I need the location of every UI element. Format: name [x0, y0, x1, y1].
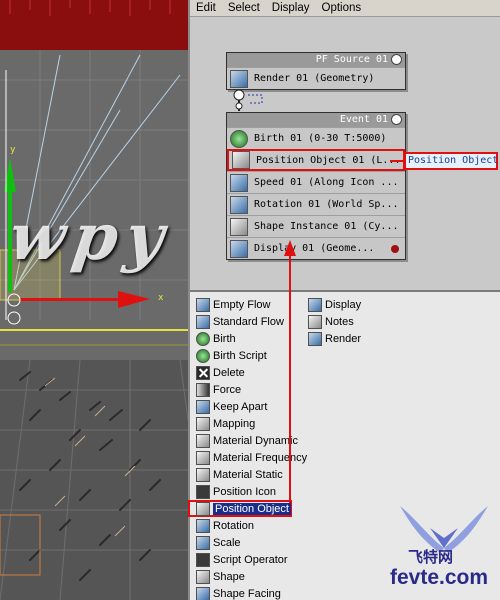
- watermark-logo-url: fevte.com: [390, 566, 489, 589]
- watermark-text: wpy: [4, 200, 177, 275]
- watermark-logo: 飞特网 fevte.com: [390, 498, 498, 598]
- watermark-logo-cn: 飞特网: [408, 549, 454, 566]
